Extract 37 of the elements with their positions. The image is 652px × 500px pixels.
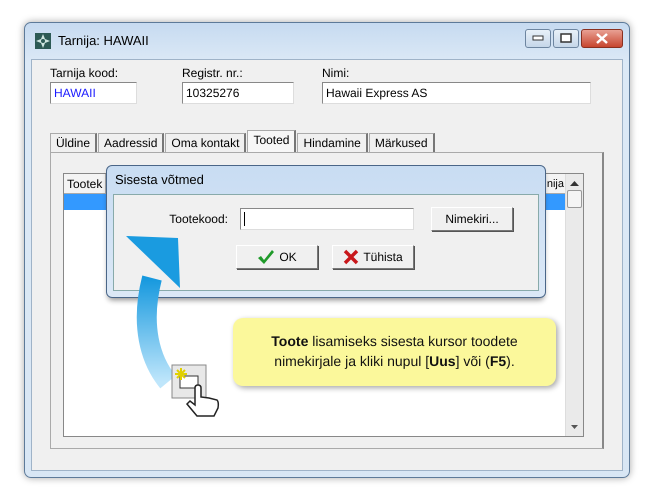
tab[interactable]: Oma kontakt — [165, 133, 246, 152]
text-field[interactable]: HAWAII — [50, 82, 137, 104]
scroll-thumb[interactable] — [567, 190, 582, 208]
text-field[interactable]: 10325276 — [182, 82, 294, 104]
hand-cursor-icon — [186, 384, 220, 417]
field-label: Tarnija kood: — [50, 66, 120, 80]
scroll-down-icon[interactable] — [571, 425, 578, 429]
new-record-icon[interactable] — [172, 364, 206, 398]
window-title: Tarnija: HAWAII — [58, 32, 149, 50]
field-label: Tootekood: — [168, 211, 229, 228]
scroll-up-icon[interactable] — [570, 180, 579, 186]
app-icon — [34, 32, 52, 50]
field-label: Registr. nr.: — [182, 66, 244, 80]
scrollbar[interactable] — [565, 174, 583, 436]
column-header[interactable]: nija — [544, 174, 565, 193]
check-icon — [257, 249, 276, 265]
tab[interactable]: Aadressid — [98, 133, 164, 152]
list-button[interactable]: Nimekiri... — [431, 207, 513, 231]
tab[interactable]: Üldine — [50, 133, 98, 152]
text-field[interactable]: Hawaii Express AS — [322, 82, 591, 104]
field-label: Nimi: — [322, 66, 350, 80]
minimize-icon — [532, 35, 544, 41]
close-icon — [343, 249, 360, 265]
tab[interactable]: Tooted — [247, 130, 296, 152]
maximize-icon — [560, 33, 572, 43]
callout-text: Toote lisamiseks sisesta kursor toodete nimekirjale ja kliki nupul [Uus] või (F5). — [233, 318, 556, 386]
dialog-title: Sisesta võtmed — [114, 171, 205, 190]
close-button[interactable] — [581, 28, 623, 48]
cancel-button[interactable]: Tühista — [332, 245, 414, 269]
column-header[interactable]: Tootek — [64, 174, 106, 193]
ok-button[interactable]: OK — [236, 245, 318, 269]
tab[interactable]: Märkused — [368, 133, 435, 152]
maximize-button[interactable] — [553, 28, 579, 48]
minimize-button[interactable] — [525, 28, 551, 48]
tab[interactable]: Hindamine — [297, 133, 368, 152]
close-icon — [595, 32, 609, 44]
product-code-field[interactable] — [240, 208, 414, 230]
